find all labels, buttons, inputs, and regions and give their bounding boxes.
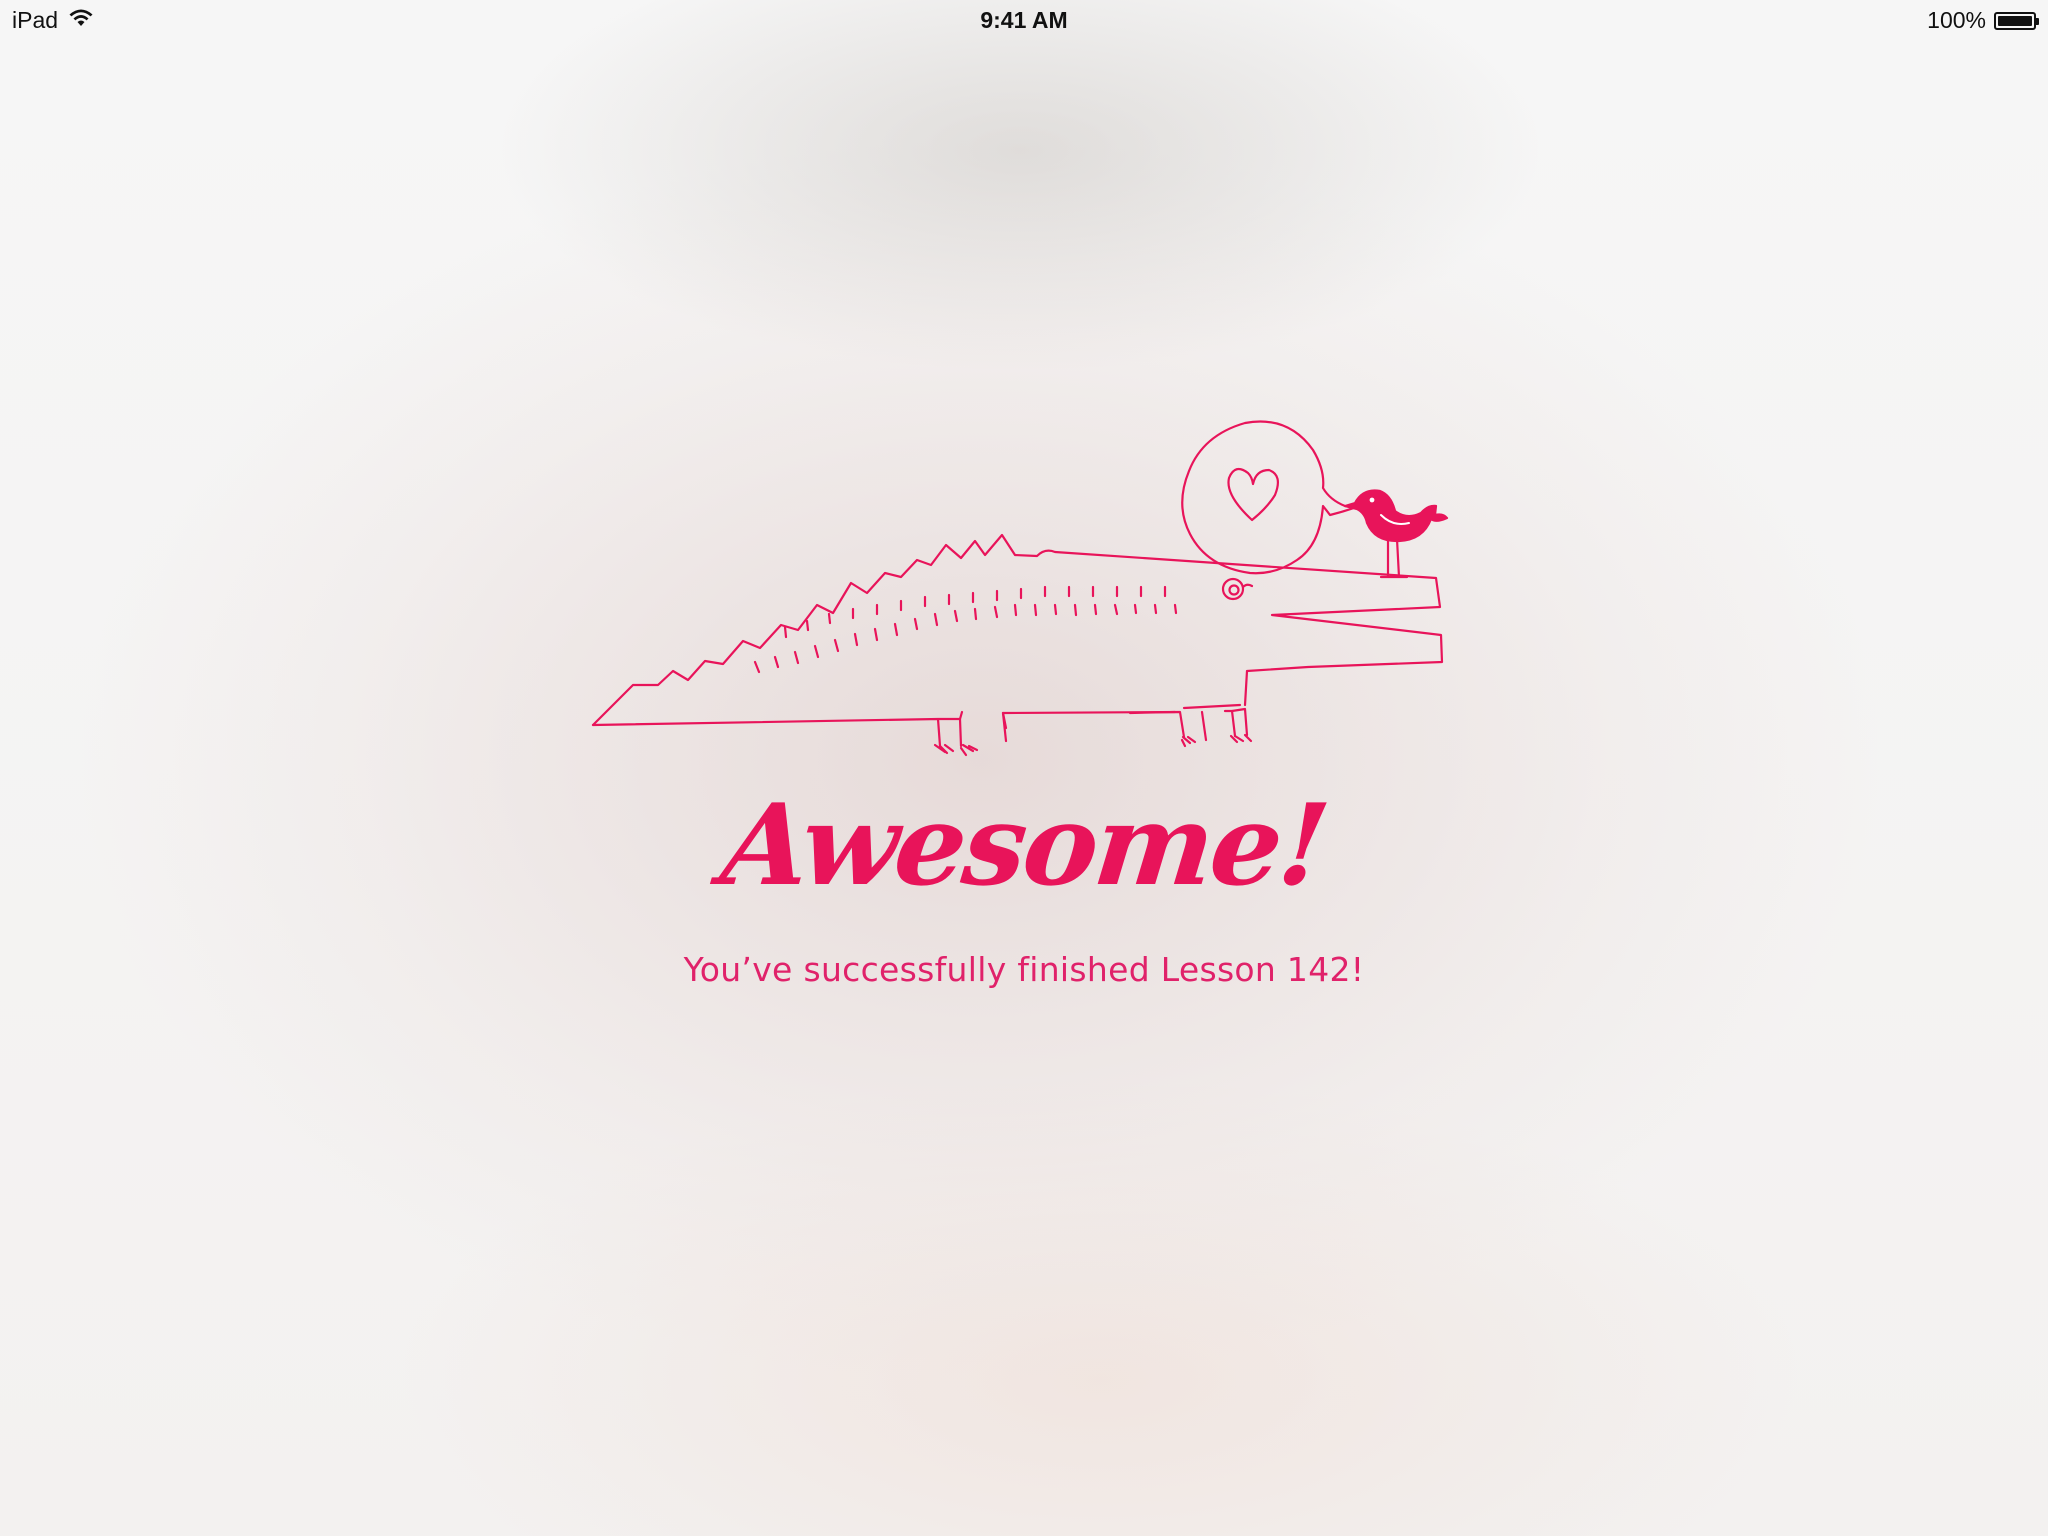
crocodile-with-bird-heart-illustration (591, 420, 1449, 757)
status-time: 9:41 AM (980, 7, 1068, 33)
success-headline: Awesome! (715, 780, 1333, 911)
speech-bubble-heart-icon (1181, 420, 1369, 575)
battery-icon (1994, 11, 2039, 30)
bird-icon (1343, 489, 1449, 579)
crocodile-icon (591, 533, 1444, 757)
status-right: 100% (1927, 7, 2039, 34)
status-bar: iPad 9:41 AM 100% (0, 0, 2048, 40)
battery-level (1998, 15, 2032, 26)
battery-percentage: 100% (1927, 7, 1986, 33)
lesson-complete-message: You’ve successfully finished Lesson 142! (683, 950, 1365, 989)
background (0, 0, 2048, 1536)
